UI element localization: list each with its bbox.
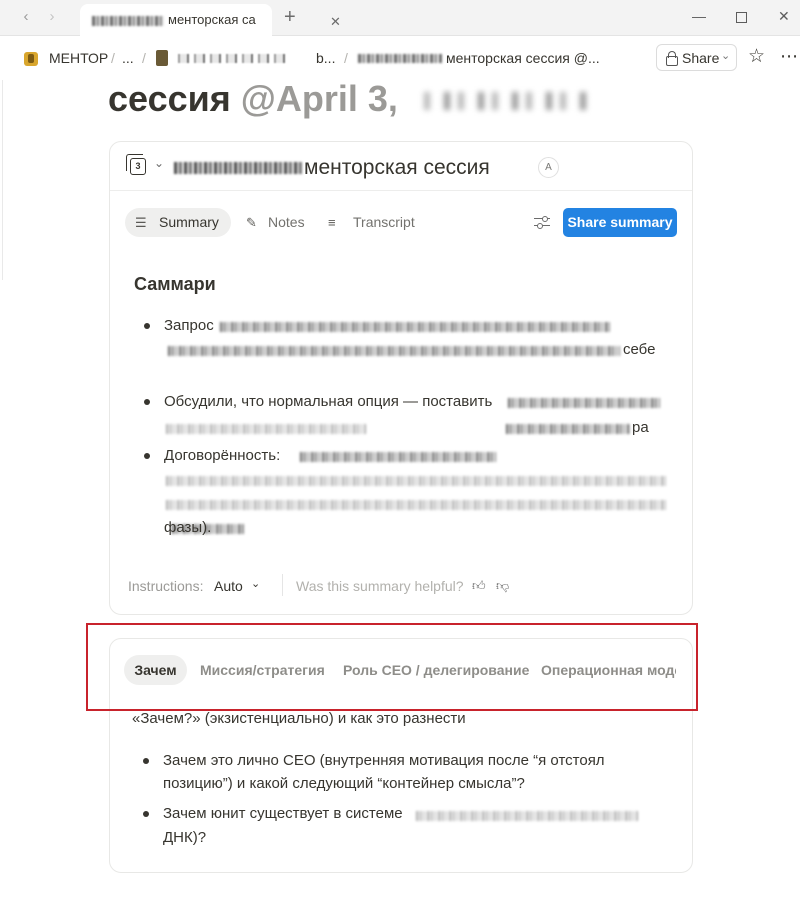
page-emoji-icon: [156, 50, 168, 66]
breadcrumb-separator: /: [142, 50, 146, 66]
summary-bullet-1-end: себе: [623, 341, 656, 358]
breadcrumb-ellipsis[interactable]: ...: [122, 50, 134, 66]
divider: [282, 574, 283, 596]
summary-bullet-2-start: Обсудили, что нормальная опция — постави…: [164, 393, 493, 410]
tab-transcript[interactable]: ≡ Transcript: [326, 208, 426, 237]
breadcrumb-current[interactable]: менторская сессия @...: [446, 50, 600, 66]
instructions-label: Instructions:: [128, 578, 204, 594]
redacted-text: [358, 54, 442, 63]
redacted-text: [166, 476, 666, 486]
tab-label: Notes: [268, 214, 305, 230]
bullet-dot: [144, 399, 150, 405]
highlight-box: [86, 623, 698, 711]
redacted-text: [166, 500, 666, 510]
redacted-text: [166, 424, 366, 434]
bullet-dot: [144, 453, 150, 459]
share-summary-button[interactable]: Share summary: [563, 208, 677, 237]
meeting-notes-card: 3 ⌄ менторская сессия A ☰ Summary ✎ Note…: [109, 141, 693, 615]
page-title-text: сессия: [108, 78, 231, 119]
redacted-text: [508, 398, 660, 408]
workspace-logo-icon: [24, 52, 38, 66]
maximize-icon[interactable]: [736, 12, 747, 23]
summary-heading: Саммари: [134, 274, 216, 294]
breadcrumb-item[interactable]: b...: [316, 50, 335, 66]
avatar[interactable]: A: [538, 157, 559, 178]
meeting-title[interactable]: менторская сессия: [174, 156, 490, 180]
redacted-text: [506, 424, 630, 434]
tab-title: менторская са: [92, 12, 256, 27]
forward-arrow-icon[interactable]: ›: [44, 9, 60, 25]
window-titlebar: ‹ › менторская са ✕ + — ✕: [0, 0, 800, 36]
plus-icon[interactable]: +: [284, 6, 296, 29]
feedback-question: Was this summary helpful?: [296, 578, 464, 594]
tab-title-text: менторская са: [168, 12, 256, 27]
bullet-dot: [143, 811, 149, 817]
card-header: 3 ⌄ менторская сессия A: [110, 142, 692, 191]
sliders-icon[interactable]: [534, 215, 550, 231]
lock-icon: [666, 51, 678, 66]
meeting-title-text: менторская сессия: [304, 156, 490, 179]
tab-label: Transcript: [353, 214, 415, 230]
close-icon[interactable]: ✕: [330, 14, 341, 30]
bullet-dot: [144, 323, 150, 329]
date-mention[interactable]: @April 3,: [241, 78, 398, 119]
share-label: Share: [682, 50, 720, 66]
summary-list-icon: ☰: [135, 215, 147, 230]
close-window-icon[interactable]: ✕: [778, 8, 790, 25]
breadcrumb-workspace[interactable]: МЕНТОР: [49, 50, 108, 66]
summary-bullet-1-start: Запрос: [164, 317, 214, 334]
topic-bullet-2-line1: Зачем юнит существует в системе: [163, 805, 403, 822]
summary-bullet-3-start: Договорённость:: [164, 447, 281, 464]
thumbs-up-icon[interactable]: 👍︎: [472, 578, 486, 594]
chevron-down-icon[interactable]: ⌄: [251, 577, 260, 590]
redacted-text: [178, 54, 290, 63]
bullet-dot: [143, 758, 149, 764]
summary-bullet-3-end: фазы).: [164, 519, 212, 536]
breadcrumb: МЕНТОР / ... / b... / менторская сессия …: [0, 36, 800, 80]
page-title[interactable]: сессия @April 3,: [108, 78, 594, 120]
chevron-down-icon[interactable]: ⌄: [154, 156, 164, 170]
redacted-text: [220, 322, 610, 332]
tab-summary[interactable]: ☰ Summary: [125, 208, 231, 237]
redacted-text: [300, 452, 496, 462]
redacted-text: [174, 162, 302, 175]
topic-bullet-1-line1: Зачем это лично CEO (внутренняя мотиваци…: [163, 752, 605, 769]
redacted-text: [168, 346, 620, 356]
calendar-icon[interactable]: 3: [126, 154, 146, 175]
topic-bullet-2-line2: ДНК)?: [163, 829, 207, 846]
more-icon[interactable]: ⋯: [780, 46, 798, 67]
thumbs-down-icon[interactable]: 👎︎: [496, 578, 509, 594]
tab-notes[interactable]: ✎ Notes: [244, 208, 314, 237]
topic-intro: «Зачем?» (экзистенциально) и как это раз…: [132, 710, 466, 727]
browser-tab[interactable]: менторская са ✕: [80, 4, 341, 36]
redacted-text: [92, 15, 164, 26]
topic-bullet-1-line2: позицию”) и какой следующий “контейнер с…: [163, 775, 525, 792]
sidebar-edge: [0, 80, 3, 280]
breadcrumb-separator: /: [111, 50, 115, 66]
breadcrumb-separator: /: [344, 50, 348, 66]
chevron-down-icon: ⌄: [721, 50, 731, 62]
minimize-icon[interactable]: —: [692, 8, 706, 24]
back-arrow-icon[interactable]: ‹: [18, 9, 34, 25]
star-icon[interactable]: ☆: [748, 47, 765, 67]
instructions-select[interactable]: Auto: [214, 578, 243, 594]
redacted-text: [423, 92, 594, 111]
share-button[interactable]: Share ⌄: [656, 44, 737, 71]
summary-bullet-2-end: ра: [632, 419, 649, 436]
microphone-icon: ≡: [328, 215, 336, 230]
pencil-icon: ✎: [246, 215, 257, 230]
card-tabs: ☰ Summary ✎ Notes ≡ Transcript Share sum…: [110, 192, 692, 252]
redacted-text: [416, 811, 638, 821]
tab-label: Summary: [159, 214, 219, 230]
